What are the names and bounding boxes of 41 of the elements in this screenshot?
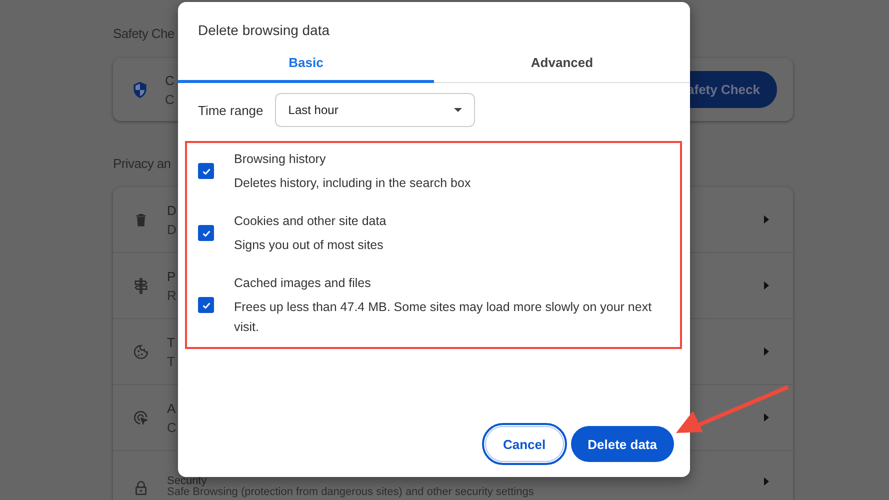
- tab[interactable]: Basic: [178, 55, 434, 83]
- row-subtitle: T: [167, 354, 175, 368]
- option-description: Signs you out of most sites: [234, 237, 384, 254]
- option-description: Frees up less than 47.4 MB. Some sites may load more slowly on your next visit.: [234, 299, 653, 336]
- cursor-target-icon: [133, 410, 149, 426]
- row-title: P: [167, 268, 176, 284]
- option-title: Browsing history: [234, 151, 326, 168]
- checkbox[interactable]: [198, 297, 214, 313]
- trash-icon: [133, 212, 149, 228]
- cookie-icon: [133, 344, 149, 360]
- section-title: Privacy an: [113, 156, 171, 171]
- option-title: Cached images and files: [234, 275, 371, 292]
- time-range-dropdown[interactable]: Last hour: [275, 93, 476, 127]
- shield-icon: [131, 80, 149, 98]
- row-subtitle: Safe Browsing (protection from dangerous sites) and other security settings: [167, 487, 534, 498]
- section-title: Safety Che: [113, 26, 174, 41]
- row-title: D: [167, 202, 176, 218]
- row-subtitle: C: [167, 420, 176, 434]
- cancel-button[interactable]: Cancel: [484, 426, 564, 462]
- card-title: C: [165, 72, 174, 88]
- dialog-title: Delete browsing data: [197, 21, 331, 38]
- caret-icon: [764, 413, 769, 422]
- dropdown-caret-icon: [454, 108, 462, 112]
- card-subtitle: C: [165, 92, 174, 106]
- delete-button[interactable]: Delete data: [570, 426, 674, 462]
- checkbox[interactable]: [198, 163, 214, 179]
- checkbox[interactable]: [198, 225, 214, 241]
- caret-icon: [764, 215, 769, 224]
- signpost-icon: [133, 278, 149, 294]
- row-title: Security: [167, 476, 207, 487]
- row-subtitle: R: [167, 288, 176, 302]
- caret-icon: [764, 347, 769, 356]
- row-subtitle: D: [167, 222, 176, 236]
- option-description: Deletes history, including in the search box: [234, 175, 471, 192]
- caret-icon: [764, 281, 769, 290]
- option-title: Cookies and other site data: [234, 213, 386, 230]
- caret-icon: [764, 477, 769, 486]
- row-title: T: [167, 334, 175, 350]
- lock-icon: [133, 480, 149, 496]
- time-range-label: Time range: [198, 102, 264, 118]
- row-title: A: [167, 400, 176, 416]
